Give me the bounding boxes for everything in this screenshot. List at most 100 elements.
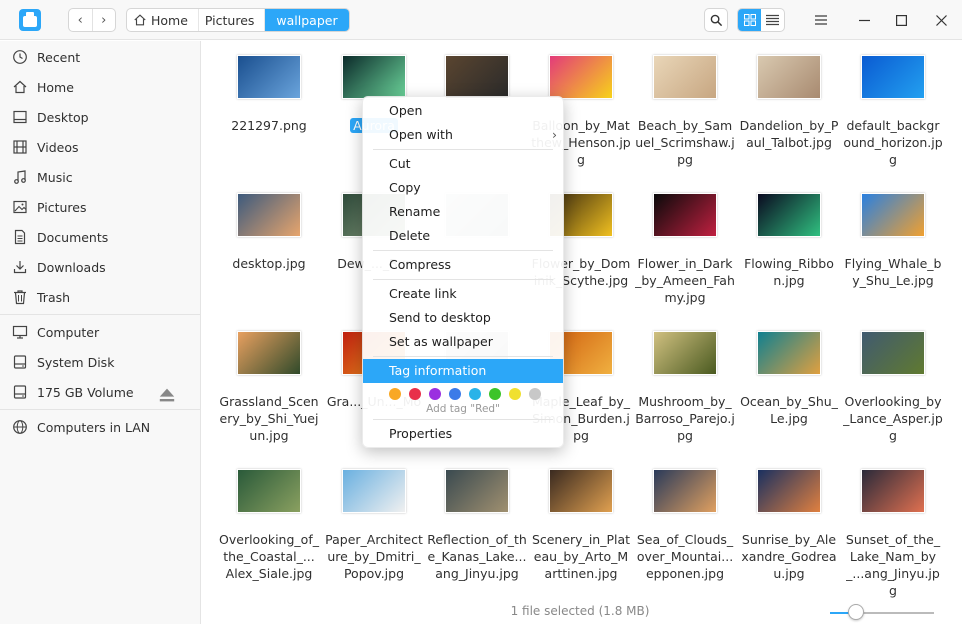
file-item[interactable]: Ocean_by_Shu_Le.jpg: [737, 331, 841, 427]
file-item[interactable]: Paper_Architecture_by_Dmitri_Popov.jpg: [322, 469, 426, 582]
file-thumbnail: [757, 469, 821, 513]
download-icon: [13, 261, 27, 274]
file-name: Flower_in_Dark_by_Ameen_Fahmy.jpg: [633, 255, 737, 306]
forward-button[interactable]: ›: [91, 9, 116, 31]
breadcrumb-home[interactable]: Home: [127, 9, 198, 31]
zoom-slider[interactable]: [830, 612, 934, 614]
file-name-text: 221297.png: [231, 118, 307, 133]
file-name: desktop.jpg: [217, 255, 321, 272]
file-name-text: Sunset_of_the_Lake_Nam_by_...ang_Jinyu.j…: [845, 532, 941, 598]
sidebar-item-downloads[interactable]: Downloads: [0, 252, 200, 282]
file-thumbnail: [445, 469, 509, 513]
menu-item-copy[interactable]: Copy: [363, 176, 563, 200]
sidebar-item-pictures[interactable]: Pictures: [0, 192, 200, 222]
menu-item-send-to-desktop[interactable]: Send to desktop: [363, 306, 563, 330]
menu-item-cut[interactable]: Cut: [363, 152, 563, 176]
file-thumbnail: [861, 331, 925, 375]
file-name: Mushroom_by_Barroso_Parejo.jpg: [633, 393, 737, 444]
tag-color-dot[interactable]: [529, 388, 541, 400]
file-item[interactable]: desktop.jpg: [217, 193, 321, 272]
file-name: Sunset_of_the_Lake_Nam_by_...ang_Jinyu.j…: [841, 531, 945, 599]
close-button[interactable]: [929, 8, 953, 32]
menu-item-tag-information[interactable]: Tag information: [363, 359, 563, 383]
list-view-button[interactable]: [761, 9, 784, 31]
sidebar-item-recent[interactable]: Recent: [0, 42, 200, 72]
file-item[interactable]: Flying_Whale_by_Shu_Le.jpg: [841, 193, 945, 289]
menu-item-rename[interactable]: Rename: [363, 200, 563, 224]
file-name-text: Flowing_Ribbon.jpg: [744, 256, 834, 288]
sidebar-item-system-disk[interactable]: System Disk: [0, 347, 200, 377]
file-item[interactable]: Scenery_in_Plateau_by_Arto_Marttinen.jpg: [529, 469, 633, 582]
navigation-buttons: ‹ ›: [68, 8, 116, 32]
desktop-icon: [13, 110, 27, 124]
file-item[interactable]: Overlooking_of_the_Coastal_...Alex_Siale…: [217, 469, 321, 582]
file-grid: 221297.pngAuroraBalloon_by_Matthew_Henso…: [202, 41, 962, 599]
tag-color-dot[interactable]: [489, 388, 501, 400]
file-name: Reflection_of_the_Kanas_Lake...ang_Jinyu…: [425, 531, 529, 582]
list-icon: [766, 14, 779, 26]
file-item[interactable]: Sunrise_by_Alexandre_Godreau.jpg: [737, 469, 841, 582]
file-name-text: Beach_by_Samuel_Scrimshaw.jpg: [635, 118, 735, 167]
sidebar-item-label: Home: [37, 79, 74, 95]
file-item[interactable]: default_background_horizon.jpg: [841, 55, 945, 168]
tag-color-dot[interactable]: [449, 388, 461, 400]
file-item[interactable]: Sunset_of_the_Lake_Nam_by_...ang_Jinyu.j…: [841, 469, 945, 599]
file-item[interactable]: Mushroom_by_Barroso_Parejo.jpg: [633, 331, 737, 444]
file-item[interactable]: Reflection_of_the_Kanas_Lake...ang_Jinyu…: [425, 469, 529, 582]
sidebar-item-videos[interactable]: Videos: [0, 132, 200, 162]
sidebar-item-computers-in-lan[interactable]: Computers in LAN: [0, 412, 200, 442]
file-item[interactable]: Beach_by_Samuel_Scrimshaw.jpg: [633, 55, 737, 168]
sidebar-item-computer[interactable]: Computer: [0, 317, 200, 347]
sidebar-item-trash[interactable]: Trash: [0, 282, 200, 312]
search-button[interactable]: [704, 8, 728, 32]
disk-icon: [13, 355, 27, 369]
tag-color-picker: [389, 388, 541, 400]
file-item[interactable]: Grassland_Scenery_by_Shi_Yuejun.jpg: [217, 331, 321, 444]
video-icon: [13, 140, 27, 154]
eject-icon[interactable]: [159, 387, 175, 403]
menu-button[interactable]: [809, 8, 833, 32]
minimize-button[interactable]: [852, 8, 876, 32]
title-bar: ‹ › Home Pictures wallpaper: [0, 0, 962, 40]
file-item[interactable]: Dandelion_by_Paul_Talbot.jpg: [737, 55, 841, 151]
breadcrumb-pictures[interactable]: Pictures: [197, 9, 265, 31]
back-button[interactable]: ‹: [69, 9, 92, 31]
music-icon: [14, 170, 26, 184]
file-thumbnail: [757, 55, 821, 99]
breadcrumb-wallpaper[interactable]: wallpaper: [264, 9, 349, 31]
tag-color-dot[interactable]: [469, 388, 481, 400]
icon-view-button[interactable]: [738, 9, 761, 31]
menu-item-delete[interactable]: Delete: [363, 224, 563, 248]
menu-separator: [373, 419, 553, 420]
menu-item-open[interactable]: Open: [363, 99, 563, 123]
menu-item-set-as-wallpaper[interactable]: Set as wallpaper: [363, 330, 563, 354]
tag-color-dot[interactable]: [409, 388, 421, 400]
breadcrumb-pictures-label: Pictures: [204, 12, 255, 28]
maximize-button[interactable]: [889, 8, 913, 32]
tag-color-dot[interactable]: [389, 388, 401, 400]
menu-item-properties[interactable]: Properties: [363, 422, 563, 446]
file-item[interactable]: Overlooking_by_Lance_Asper.jpg: [841, 331, 945, 444]
file-name-text: desktop.jpg: [232, 256, 306, 271]
tag-color-dot[interactable]: [429, 388, 441, 400]
tag-color-dot[interactable]: [509, 388, 521, 400]
file-item[interactable]: Sea_of_Clouds_over_Mountai...epponen.jpg: [633, 469, 737, 582]
tag-hint: Add tag "Red": [426, 403, 500, 415]
zoom-slider-handle[interactable]: [848, 604, 864, 620]
file-name-text: Ocean_by_Shu_Le.jpg: [740, 394, 838, 426]
file-item[interactable]: Flowing_Ribbon.jpg: [737, 193, 841, 289]
sidebar-item-volume[interactable]: 175 GB Volume: [0, 377, 200, 407]
menu-item-open-with[interactable]: Open with ›: [363, 123, 563, 147]
file-item[interactable]: 221297.png: [217, 55, 321, 134]
file-item[interactable]: Flower_in_Dark_by_Ameen_Fahmy.jpg: [633, 193, 737, 306]
sidebar-item-music[interactable]: Music: [0, 162, 200, 192]
sidebar-item-documents[interactable]: Documents: [0, 222, 200, 252]
sidebar-item-home[interactable]: Home: [0, 72, 200, 102]
sidebar-item-desktop[interactable]: Desktop: [0, 102, 200, 132]
file-thumbnail: [861, 469, 925, 513]
file-name-text: Mushroom_by_Barroso_Parejo.jpg: [635, 394, 735, 443]
home-icon: [134, 14, 146, 26]
menu-item-create-link[interactable]: Create link: [363, 282, 563, 306]
menu-item-compress[interactable]: Compress: [363, 253, 563, 277]
sidebar-item-label: Downloads: [37, 259, 106, 275]
